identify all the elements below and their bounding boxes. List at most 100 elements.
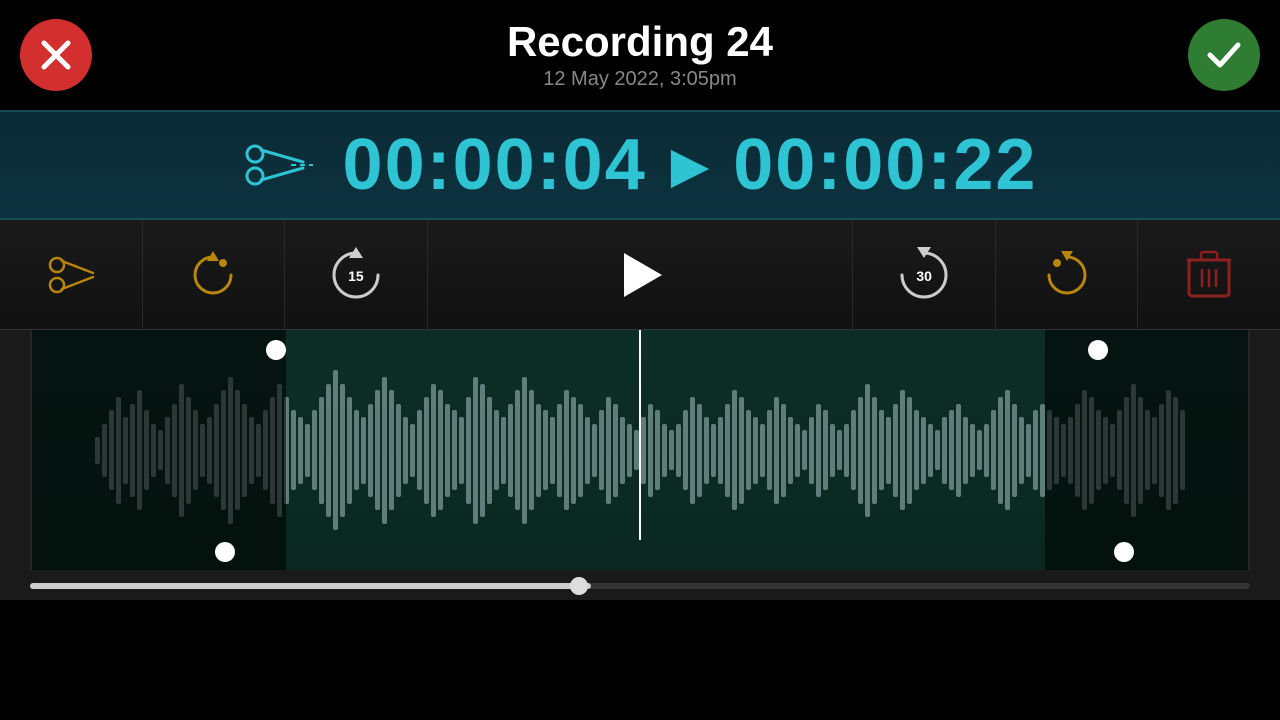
forward-30-button[interactable]: 30	[853, 220, 996, 329]
scrollbar-thumb	[30, 583, 591, 589]
waveform-bar	[753, 417, 758, 484]
waveform-bar	[417, 410, 422, 490]
waveform-bar	[844, 424, 849, 477]
waveform-bar	[487, 397, 492, 504]
delete-button[interactable]	[1138, 220, 1280, 329]
waveform-container[interactable]	[0, 330, 1280, 600]
waveform-bar	[627, 424, 632, 477]
waveform-bar	[956, 404, 961, 497]
waveform-bar	[837, 430, 842, 470]
header: Recording 24 12 May 2022, 3:05pm	[0, 0, 1280, 110]
playhead	[639, 330, 641, 540]
rewind-15-button[interactable]: 15	[285, 220, 428, 329]
waveform-bar	[970, 424, 975, 477]
waveform-bar	[809, 417, 814, 484]
waveform-bar	[963, 417, 968, 484]
waveform-bar	[550, 417, 555, 484]
waveform-bar	[1033, 410, 1038, 490]
timer-bar: 00:00:04 ▶ 00:00:22	[0, 110, 1280, 220]
waveform-bar	[795, 424, 800, 477]
waveform-bar	[431, 384, 436, 517]
recording-title: Recording 24	[507, 19, 773, 65]
timer-separator: ▶	[671, 136, 709, 194]
waveform-bar	[508, 404, 513, 497]
waveform-bar	[739, 397, 744, 504]
waveform-bar	[767, 410, 772, 490]
waveform-bar	[998, 397, 1003, 504]
waveform-bar	[907, 397, 912, 504]
play-button[interactable]	[428, 220, 854, 329]
waveform-bar	[1005, 390, 1010, 510]
waveform-bar	[305, 424, 310, 477]
forward-30-label: 30	[916, 268, 932, 284]
header-title-block: Recording 24 12 May 2022, 3:05pm	[507, 19, 773, 90]
waveform-bar	[410, 424, 415, 477]
waveform-bar	[648, 404, 653, 497]
waveform-bar	[886, 417, 891, 484]
waveform-bar	[375, 390, 380, 510]
scissors-button[interactable]	[0, 220, 143, 329]
waveform-bar	[333, 370, 338, 530]
waveform-bar	[599, 410, 604, 490]
scrollbar[interactable]	[30, 577, 1250, 595]
waveform-bar	[424, 397, 429, 504]
trim-handle-top-right[interactable]	[1088, 340, 1108, 360]
waveform-bar	[928, 424, 933, 477]
waveform-bar	[1012, 404, 1017, 497]
waveform-bar	[711, 424, 716, 477]
waveform-bar	[893, 404, 898, 497]
waveform-bar	[466, 397, 471, 504]
cancel-button[interactable]	[20, 19, 92, 91]
waveform-bar	[459, 417, 464, 484]
waveform-bar	[473, 377, 478, 524]
waveform-bar	[690, 397, 695, 504]
waveform-bar	[781, 404, 786, 497]
controls-bar: 15 30	[0, 220, 1280, 330]
scrollbar-knob[interactable]	[570, 577, 588, 595]
waveform-bar	[830, 424, 835, 477]
waveform-bar	[585, 417, 590, 484]
waveform-bar	[529, 390, 534, 510]
scrollbar-track	[30, 583, 1250, 589]
recording-date: 12 May 2022, 3:05pm	[507, 68, 773, 91]
waveform-bar	[340, 384, 345, 517]
waveform-bar	[683, 410, 688, 490]
waveform-bar	[298, 417, 303, 484]
waveform-bar	[774, 397, 779, 504]
waveform-bar	[326, 384, 331, 517]
waveform-bar	[991, 410, 996, 490]
trim-handle-bottom-right[interactable]	[1114, 542, 1134, 562]
waveform-bar	[977, 430, 982, 470]
timer-total: 00:00:22	[733, 124, 1037, 206]
timer-current: 00:00:04	[343, 124, 647, 206]
waveform-bar	[725, 404, 730, 497]
rewind-15-label: 15	[348, 268, 364, 284]
waveform-bar	[515, 390, 520, 510]
waveform-bar	[823, 410, 828, 490]
waveform-bar	[746, 410, 751, 490]
waveform-bar	[802, 430, 807, 470]
waveform-overlay-right	[1045, 330, 1250, 570]
loop-back-button[interactable]	[143, 220, 286, 329]
waveform-bar	[879, 410, 884, 490]
waveform-bar	[900, 390, 905, 510]
waveform-bar	[347, 397, 352, 504]
waveform-bar	[368, 404, 373, 497]
waveform-bar	[816, 404, 821, 497]
waveform-bar	[949, 410, 954, 490]
waveform-bar	[851, 410, 856, 490]
confirm-button[interactable]	[1188, 19, 1260, 91]
trim-handle-bottom-left[interactable]	[215, 542, 235, 562]
waveform-bar	[1026, 424, 1031, 477]
waveform-bar	[662, 424, 667, 477]
waveform-bar	[445, 404, 450, 497]
waveform-bar	[732, 390, 737, 510]
trim-handle-top-left[interactable]	[266, 340, 286, 360]
waveform-bar	[452, 410, 457, 490]
waveform-bar	[676, 424, 681, 477]
loop-forward-button[interactable]	[996, 220, 1139, 329]
waveform-bar	[914, 410, 919, 490]
waveform-bar	[942, 417, 947, 484]
waveform-bar	[872, 397, 877, 504]
waveform-bar	[641, 417, 646, 484]
